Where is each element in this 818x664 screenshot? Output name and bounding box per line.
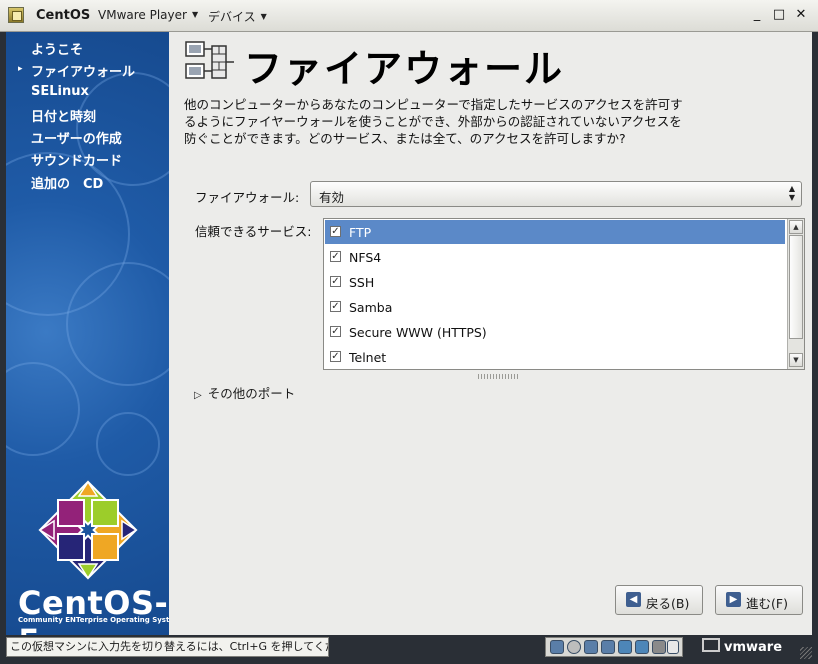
sidebar-item-date-time: 日付と時刻 bbox=[31, 110, 97, 125]
service-row-samba[interactable]: ✓ Samba bbox=[325, 295, 785, 319]
centos-logo-icon bbox=[38, 480, 138, 580]
expand-triangle-icon: ▷ bbox=[194, 390, 202, 401]
service-checkbox-ssh[interactable]: ✓ bbox=[330, 276, 341, 287]
bluetooth-icon[interactable] bbox=[635, 640, 649, 654]
usb-icon[interactable] bbox=[601, 640, 615, 654]
sidebar: ▸ ようこそ ファイアウォール SELinux 日付と時刻 ユーザーの作成 サウ… bbox=[6, 32, 169, 635]
maximize-button[interactable]: □ bbox=[772, 8, 786, 22]
arrow-right-icon: ▶ bbox=[726, 592, 741, 607]
back-button[interactable]: ◀ 戻る(B) bbox=[615, 585, 703, 615]
current-step-marker: ▸ bbox=[18, 64, 23, 74]
page-title: ファイアウォール bbox=[244, 47, 565, 91]
decorative-swirl bbox=[6, 362, 80, 456]
arrow-left-icon: ◀ bbox=[626, 592, 641, 607]
menu-devices[interactable]: デバイス ▼ bbox=[208, 8, 267, 25]
forward-button[interactable]: ▶ 進む(F) bbox=[715, 585, 803, 615]
service-row-https[interactable]: ✓ Secure WWW (HTTPS) bbox=[325, 320, 785, 344]
service-checkbox-telnet[interactable]: ✓ bbox=[330, 351, 341, 362]
window-title: CentOS bbox=[36, 8, 91, 23]
firewall-select[interactable]: 有効 ▲ ▼ bbox=[310, 181, 802, 207]
services-scrollbar[interactable]: ▲ ▼ bbox=[787, 219, 804, 369]
service-checkbox-samba[interactable]: ✓ bbox=[330, 301, 341, 312]
updown-arrows-icon: ▲ ▼ bbox=[788, 184, 795, 202]
trusted-services-label: 信頼できるサービス: bbox=[195, 224, 312, 239]
chevron-down-icon: ▼ bbox=[260, 12, 267, 21]
sidebar-item-selinux: SELinux bbox=[31, 84, 89, 99]
usb-device-icon[interactable] bbox=[618, 640, 632, 654]
vmware-app-icon[interactable] bbox=[8, 7, 24, 23]
firewall-icon bbox=[184, 40, 236, 84]
firewall-label: ファイアウォール: bbox=[195, 190, 300, 205]
sidebar-item-firewall: ファイアウォール bbox=[31, 65, 136, 80]
chevron-down-icon: ▼ bbox=[191, 10, 199, 19]
service-checkbox-ftp[interactable]: ✓ bbox=[330, 226, 341, 237]
scrollbar-thumb[interactable] bbox=[789, 235, 803, 339]
minimize-button[interactable]: _ bbox=[750, 8, 764, 22]
firewall-select-value: 有効 bbox=[319, 190, 345, 205]
decorative-swirl bbox=[96, 412, 160, 476]
scroll-down-icon[interactable]: ▼ bbox=[789, 353, 803, 367]
sidebar-item-welcome: ようこそ bbox=[31, 43, 84, 58]
other-ports-expander[interactable]: ▷ その他のポート bbox=[194, 383, 295, 402]
page-description: 他のコンピューターからあなたのコンピューターで指定したサービスのアクセスを許可す… bbox=[184, 97, 683, 146]
cd-drive-icon[interactable] bbox=[567, 640, 581, 654]
centos-tagline: Community ENTerprise Operating System bbox=[18, 616, 169, 624]
network-icon[interactable] bbox=[584, 640, 598, 654]
sound-icon[interactable] bbox=[652, 640, 666, 654]
hard-disk-icon[interactable] bbox=[550, 640, 564, 654]
service-row-ftp[interactable]: ✓ FTP bbox=[325, 220, 785, 244]
service-row-telnet[interactable]: ✓ Telnet bbox=[325, 345, 785, 369]
service-checkbox-https[interactable]: ✓ bbox=[330, 326, 341, 337]
scroll-up-icon[interactable]: ▲ bbox=[789, 220, 803, 234]
service-row-nfs4[interactable]: ✓ NFS4 bbox=[325, 245, 785, 269]
menu-vmware-player[interactable]: VMware Player ▼ bbox=[98, 8, 198, 22]
sidebar-item-create-user: ユーザーの作成 bbox=[31, 132, 122, 147]
vmware-logo-icon bbox=[702, 638, 720, 652]
trusted-services-list[interactable]: ✓ FTP ✓ NFS4 ✓ SSH ✓ Samba ✓ Secure WWW … bbox=[323, 218, 805, 370]
centos-brand-name: CentOS-5 bbox=[18, 584, 169, 635]
resize-grip[interactable] bbox=[800, 647, 812, 659]
service-checkbox-nfs4[interactable]: ✓ bbox=[330, 251, 341, 262]
title-bar: CentOS VMware Player ▼ デバイス ▼ _ □ ✕ bbox=[0, 0, 818, 32]
vmware-logo: vmware bbox=[702, 638, 782, 655]
close-button[interactable]: ✕ bbox=[794, 8, 808, 22]
sidebar-item-additional-cd: 追加の CD bbox=[31, 177, 104, 192]
pane-resize-grip[interactable] bbox=[478, 374, 520, 379]
sidebar-item-sound-card: サウンドカード bbox=[31, 154, 123, 169]
message-icon[interactable] bbox=[667, 640, 679, 654]
device-tray bbox=[545, 637, 683, 657]
service-row-ssh[interactable]: ✓ SSH bbox=[325, 270, 785, 294]
status-message: この仮想マシンに入力先を切り替えるには、Ctrl+G を押してください。 bbox=[6, 637, 329, 657]
